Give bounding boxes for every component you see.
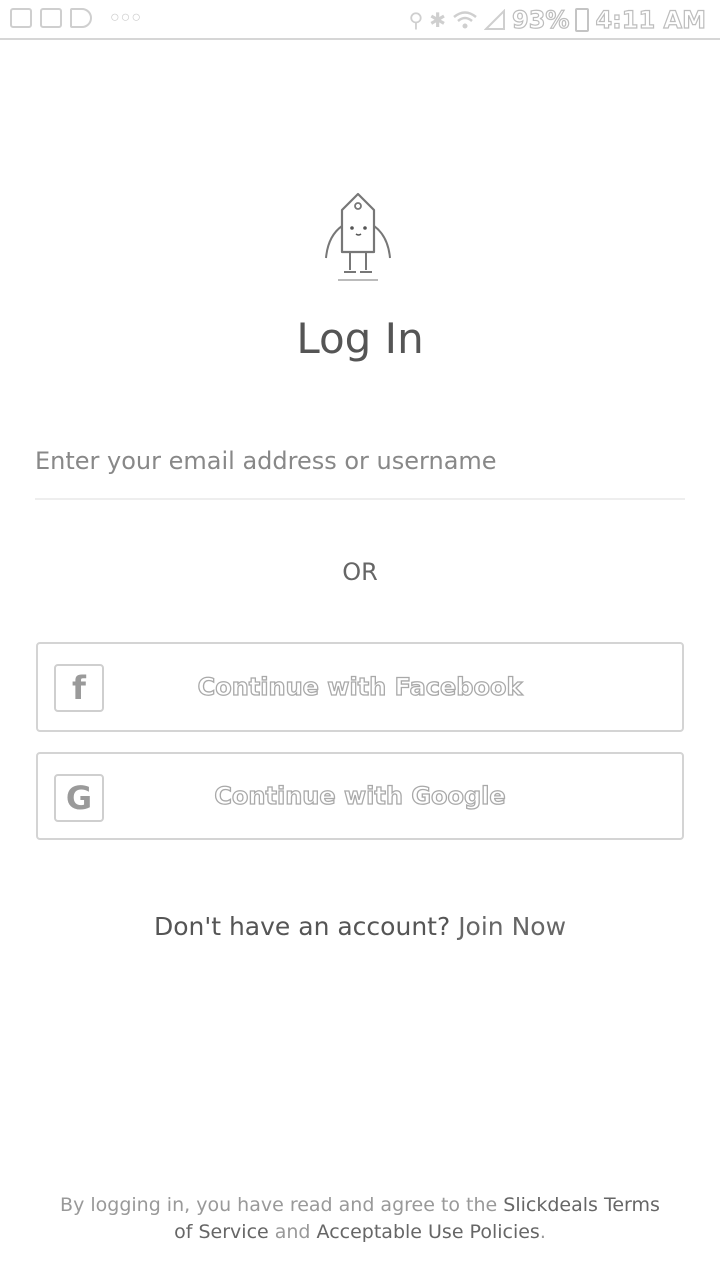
signup-prompt: Don't have an account? Join Now [0, 912, 720, 941]
signal-icon [484, 9, 506, 30]
status-right: ⚲ ✱ 93% 4:11 AM [408, 5, 707, 34]
gmail-notification-icon [40, 8, 62, 28]
slickdeals-tag-mascot-icon [325, 192, 391, 281]
google-button-label: Continue with Google [214, 781, 507, 810]
overflow-dots-icon: ○○○ [110, 9, 142, 26]
acceptable-use-policies-link[interactable]: Acceptable Use Policies [317, 1221, 540, 1243]
status-left: ○○○ [10, 8, 142, 28]
photo-notification-icon [10, 8, 32, 28]
or-separator: OR [342, 558, 378, 586]
battery-icon [575, 8, 590, 32]
clock: 4:11 AM [595, 5, 707, 34]
wifi-icon [453, 11, 477, 29]
page-title: Log In [296, 314, 424, 363]
location-icon: ⚲ [408, 8, 424, 32]
continue-with-google-button[interactable]: G Continue with Google [36, 752, 684, 840]
play-notification-icon [70, 8, 92, 28]
legal-conjunction: and [274, 1221, 311, 1243]
continue-with-facebook-button[interactable]: f Continue with Facebook [36, 642, 684, 732]
battery-percent: 93% [511, 5, 570, 34]
legal-suffix: . [539, 1221, 546, 1243]
legal-prefix: By logging in, you have read and agree t… [60, 1194, 498, 1216]
email-username-input[interactable] [35, 430, 685, 492]
legal-footer: By logging in, you have read and agree t… [60, 1192, 660, 1246]
facebook-button-label: Continue with Facebook [197, 672, 523, 701]
signup-prompt-text: Don't have an account? [153, 912, 451, 941]
status-bar: ○○○ ⚲ ✱ 93% 4:11 AM [0, 0, 720, 40]
bluetooth-icon: ✱ [429, 8, 447, 32]
email-field-container [35, 430, 685, 500]
join-now-link[interactable]: Join Now [458, 912, 566, 941]
